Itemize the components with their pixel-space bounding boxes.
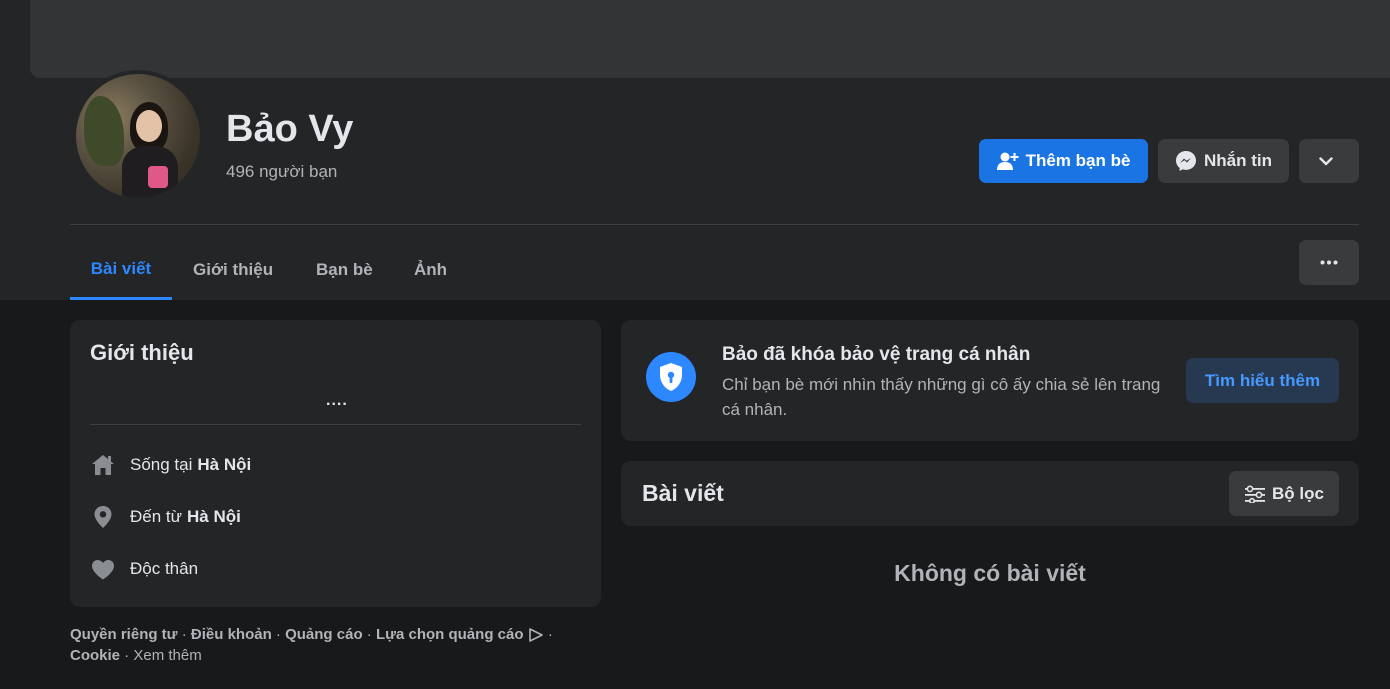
footer-privacy-link[interactable]: Quyền riêng tư	[70, 626, 178, 643]
location-pin-icon	[90, 504, 116, 530]
lives-in-city[interactable]: Hà Nội	[197, 455, 251, 475]
profile-options-button[interactable]	[1299, 139, 1359, 183]
footer-links: Quyền riêng tư · Điều khoản · Quảng cáo …	[70, 626, 553, 664]
lives-in-prefix: Sống tại	[130, 455, 193, 474]
more-dots-icon	[1320, 260, 1338, 265]
friends-count[interactable]: 496 người bạn	[226, 162, 337, 182]
footer-ad-choices-link[interactable]: Lựa chọn quảng cáo	[376, 626, 524, 643]
cover-photo[interactable]	[30, 0, 1390, 78]
from-prefix: Đến từ	[130, 507, 183, 526]
intro-from: Đến từ Hà Nội	[90, 504, 241, 530]
tab-about[interactable]: Giới thiệu	[193, 240, 273, 300]
intro-bio: ....	[326, 392, 348, 409]
profile-lock-notice: Bảo đã khóa bảo vệ trang cá nhân Chỉ bạn…	[621, 320, 1359, 441]
footer-ads-link[interactable]: Quảng cáo	[285, 626, 363, 643]
header-divider	[70, 224, 1359, 225]
footer-more-link[interactable]: Xem thêm	[133, 647, 201, 664]
lock-notice-description: Chỉ bạn bè mới nhìn thấy những gì cô ấy …	[722, 375, 1161, 419]
tab-friends[interactable]: Bạn bè	[316, 240, 373, 300]
avatar-photo	[76, 74, 200, 198]
footer-terms-link[interactable]: Điều khoản	[191, 626, 272, 643]
ad-choices-icon[interactable]	[528, 628, 544, 642]
intro-relationship: Độc thân	[90, 556, 198, 582]
chevron-down-icon	[1318, 156, 1333, 165]
posts-header-card: Bài viết Bộ lọc	[621, 461, 1359, 526]
add-friend-icon	[996, 152, 1019, 170]
tab-photos[interactable]: Ảnh	[414, 240, 447, 300]
posts-title: Bài viết	[642, 480, 724, 506]
learn-more-button[interactable]: Tìm hiểu thêm	[1186, 358, 1339, 403]
filter-label: Bộ lọc	[1272, 483, 1324, 503]
intro-card: Giới thiệu .... Sống tại Hà Nội Đến từ H…	[70, 320, 601, 607]
intro-divider	[90, 424, 581, 425]
message-label: Nhắn tin	[1204, 151, 1272, 170]
home-icon	[90, 452, 116, 478]
intro-lives-in: Sống tại Hà Nội	[90, 452, 251, 478]
relationship-status: Độc thân	[130, 559, 199, 578]
message-button[interactable]: Nhắn tin	[1158, 139, 1289, 183]
heart-icon	[90, 556, 116, 582]
footer-cookies-link[interactable]: Cookie	[70, 647, 120, 664]
shield-lock-icon	[646, 352, 696, 402]
add-friend-button[interactable]: Thêm bạn bè	[979, 139, 1148, 183]
filter-sliders-icon	[1245, 485, 1266, 503]
tabs-more-button[interactable]	[1299, 240, 1359, 285]
add-friend-label: Thêm bạn bè	[1025, 151, 1131, 170]
filter-button[interactable]: Bộ lọc	[1229, 471, 1339, 516]
empty-posts-message: Không có bài viết	[894, 560, 1086, 586]
avatar[interactable]	[72, 70, 204, 202]
profile-name: Bảo Vy	[226, 108, 354, 150]
tab-posts[interactable]: Bài viết	[70, 240, 172, 300]
lock-notice-title: Bảo đã khóa bảo vệ trang cá nhân	[722, 344, 1031, 365]
messenger-icon	[1176, 151, 1196, 171]
from-city[interactable]: Hà Nội	[187, 507, 241, 527]
intro-title: Giới thiệu	[90, 340, 194, 365]
